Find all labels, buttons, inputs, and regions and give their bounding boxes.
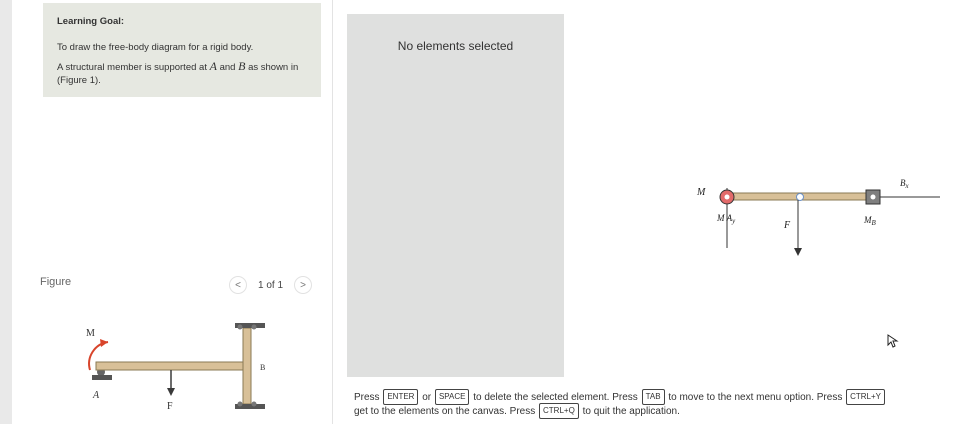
figure-label: Figure (40, 276, 72, 288)
canvas-label-mb-sub: B (872, 219, 877, 227)
roller-icon (237, 324, 243, 330)
left-edge-strip (0, 0, 12, 424)
canvas-label-bx: Bx (900, 178, 910, 190)
next-figure-button[interactable]: > (294, 276, 313, 294)
learning-goal-title: Learning Goal: (57, 16, 125, 27)
figure-label-b: B (260, 363, 265, 372)
panel-divider (332, 0, 333, 424)
description-part: and (219, 62, 236, 73)
ctrl-q-key-badge: CTRL+Q (539, 403, 579, 420)
beam-midpoint-handle[interactable] (796, 193, 804, 201)
fbd-canvas-drawing[interactable]: M M Ay F MB Bx (690, 170, 950, 265)
description-part: A structural member is supported at (57, 62, 207, 73)
learning-goal-box: Learning Goal: To draw the free-body dia… (43, 3, 321, 97)
element-palette[interactable]: No elements selected (347, 14, 564, 377)
load-arrow-icon (167, 388, 175, 396)
mouse-cursor-icon (887, 334, 899, 348)
figure-page-indicator: 1 of 1 (258, 279, 284, 291)
ground-support-a-icon (92, 375, 112, 380)
roller-icon (251, 401, 257, 407)
canvas-label-mb: MB (863, 215, 877, 227)
previous-figure-button[interactable]: < (229, 276, 247, 294)
canvas-label-ay-main: M A (716, 213, 733, 223)
canvas-label-m: M (696, 187, 706, 198)
roller-icon (237, 401, 243, 407)
figure-moment-label: M (86, 328, 95, 339)
instruction-text: to move to the next menu option. Press (668, 392, 843, 403)
figure-label-a: A (92, 390, 100, 401)
support-b-variable: B (238, 59, 246, 73)
canvas-label-ay: M Ay (716, 213, 736, 225)
figure-label-f: F (167, 401, 173, 412)
support-a-pin-icon (724, 194, 730, 200)
learning-goal-description: A structural member is supported at A an… (57, 60, 307, 87)
support-a-variable: A (209, 59, 217, 73)
canvas-label-bx-sub: x (905, 182, 910, 190)
roller-icon (251, 324, 257, 330)
support-b-pin-icon (870, 194, 876, 200)
ctrl-y-key-badge: CTRL+Y (846, 389, 885, 406)
figure-pager: < 1 of 1 > (229, 276, 313, 294)
keyboard-instructions: Press ENTER or SPACE to delete the selec… (354, 387, 956, 424)
horizontal-beam (95, 361, 251, 371)
vertical-member (242, 327, 252, 405)
instruction-text: to quit the application. (582, 406, 680, 417)
learning-goal-text: To draw the free-body diagram for a rigi… (57, 42, 254, 53)
canvas-label-f: F (783, 220, 791, 231)
structural-member-figure: M A F B (86, 323, 265, 412)
selection-status: No elements selected (397, 39, 514, 53)
instruction-text: get to the elements on the canvas. Press (354, 406, 536, 417)
f-force-arrow-icon[interactable] (794, 248, 802, 256)
canvas-label-ay-sub: y (731, 217, 736, 225)
